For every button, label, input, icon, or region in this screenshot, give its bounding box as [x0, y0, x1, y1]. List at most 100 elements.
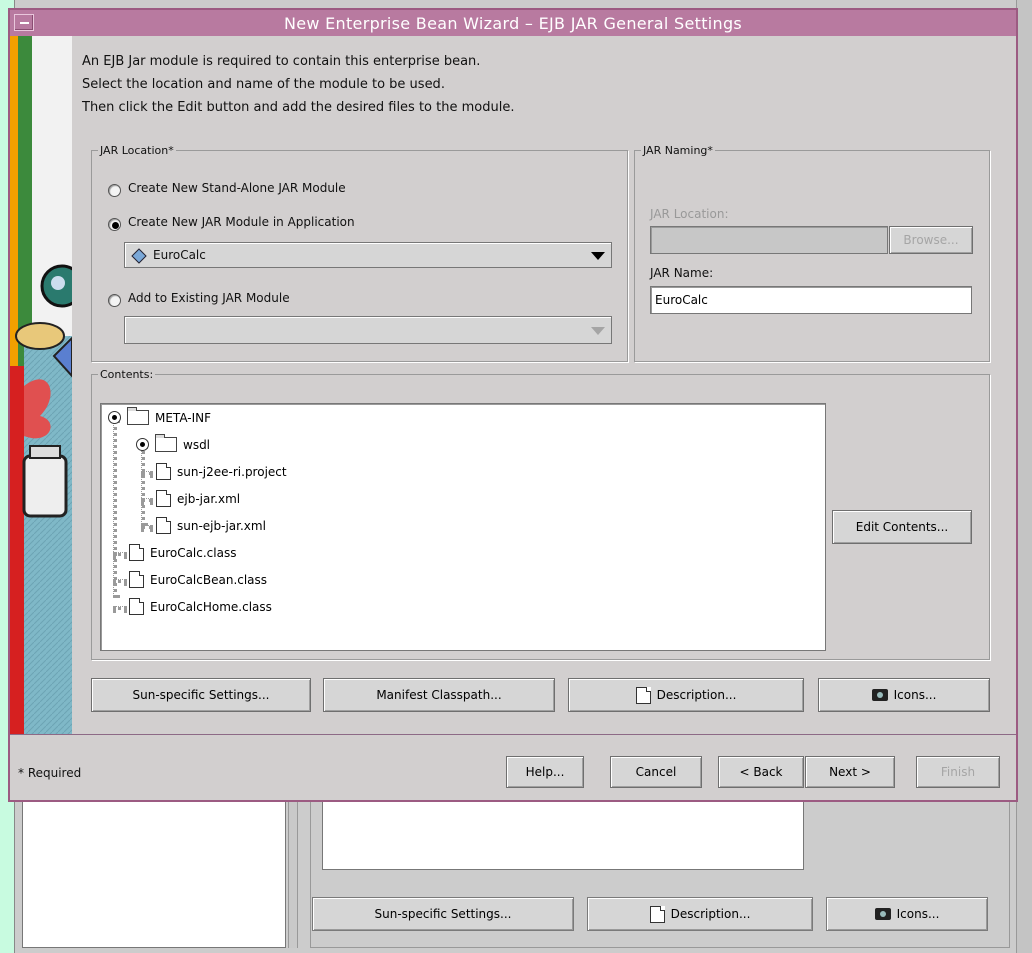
tree-line: [113, 552, 127, 556]
footer-separator: [10, 734, 1016, 735]
background-icons-label: Icons...: [896, 907, 940, 921]
window-menu-button[interactable]: [14, 14, 34, 31]
jar-name-value: EuroCalc: [655, 293, 708, 307]
background-description-area[interactable]: [322, 800, 804, 870]
help-button[interactable]: Help...: [506, 756, 584, 788]
tree-line: [141, 525, 153, 529]
tree-node-label: ejb-jar.xml: [177, 491, 241, 506]
help-label: Help...: [525, 765, 565, 779]
tree-node-label: sun-j2ee-ri.project: [177, 464, 287, 479]
tree-node-meta-inf[interactable]: META-INF: [108, 407, 212, 425]
sun-specific-settings-button[interactable]: Sun-specific Settings...: [91, 678, 311, 712]
icons-button[interactable]: Icons...: [818, 678, 990, 712]
cancel-button[interactable]: Cancel: [610, 756, 702, 788]
tree-node-label: EuroCalc.class: [150, 545, 237, 560]
intro-line-2: Select the location and name of the modu…: [82, 77, 445, 92]
ejb-wizard-dialog: New Enterprise Bean Wizard – EJB JAR Gen…: [8, 8, 1018, 802]
back-label: < Back: [739, 765, 783, 779]
background-description-button[interactable]: Description...: [587, 897, 813, 931]
cancel-label: Cancel: [635, 765, 677, 779]
tree-node-label: wsdl: [183, 437, 211, 452]
tree-node-label: META-INF: [155, 410, 212, 425]
file-icon: [129, 571, 144, 588]
folder-icon: [127, 407, 149, 425]
jar-name-field[interactable]: EuroCalc: [650, 286, 972, 314]
tree-node-label: EuroCalcHome.class: [150, 599, 272, 614]
tree-node-class-3[interactable]: EuroCalcHome.class: [129, 598, 272, 615]
background-description-label: Description...: [670, 907, 751, 921]
next-button[interactable]: Next >: [805, 756, 895, 788]
chevron-down-icon[interactable]: [591, 327, 605, 335]
edit-contents-label: Edit Contents...: [855, 520, 949, 534]
manifest-classpath-button[interactable]: Manifest Classpath...: [323, 678, 555, 712]
file-icon: [129, 598, 144, 615]
folder-icon: [155, 434, 177, 452]
tree-line: [141, 471, 153, 475]
required-note: * Required: [18, 766, 82, 780]
manifest-classpath-label: Manifest Classpath...: [376, 688, 502, 702]
tree-line: [141, 498, 153, 502]
camera-icon: [874, 908, 891, 920]
contents-tree[interactable]: META-INF wsdl sun-j2ee-ri.project ejb-ja…: [100, 403, 826, 651]
tree-line: [113, 420, 117, 598]
back-button[interactable]: < Back: [718, 756, 804, 788]
background-left-list[interactable]: [22, 800, 286, 948]
description-button[interactable]: Description...: [568, 678, 804, 712]
file-icon: [129, 544, 144, 561]
background-right-scrollbar[interactable]: [1016, 0, 1032, 953]
background-splitter[interactable]: [288, 800, 298, 948]
radio-in-application[interactable]: [108, 218, 121, 231]
background-icons-button[interactable]: Icons...: [826, 897, 988, 931]
tree-node-class-2[interactable]: EuroCalcBean.class: [129, 571, 267, 588]
wizard-illustration: [10, 36, 72, 734]
jar-location-legend: JAR Location*: [100, 144, 174, 157]
browse-label: Browse...: [903, 233, 959, 247]
tree-node-wsdl[interactable]: wsdl: [136, 434, 211, 452]
tree-node-label: sun-ejb-jar.xml: [177, 518, 266, 533]
radio-existing[interactable]: [108, 294, 121, 307]
jar-naming-legend: JAR Naming*: [643, 144, 713, 157]
tree-line: [113, 606, 127, 610]
tree-node-label: EuroCalcBean.class: [150, 572, 268, 587]
radio-in-application-label[interactable]: Create New JAR Module in Application: [128, 215, 355, 229]
document-icon: [649, 905, 665, 923]
camera-icon: [871, 689, 888, 701]
tree-node-class-1[interactable]: EuroCalc.class: [129, 544, 236, 561]
dialog-title-bar[interactable]: New Enterprise Bean Wizard – EJB JAR Gen…: [10, 10, 1016, 36]
wizard-side-artwork: [10, 36, 72, 734]
expand-toggle-icon[interactable]: [136, 438, 149, 451]
icons-label: Icons...: [893, 688, 937, 702]
tree-node-ejb-jar[interactable]: ejb-jar.xml: [156, 490, 240, 507]
tree-node-sun-ejb-jar[interactable]: sun-ejb-jar.xml: [156, 517, 266, 534]
background-sun-settings-button[interactable]: Sun-specific Settings...: [312, 897, 574, 931]
jar-location-label: JAR Location:: [650, 207, 729, 221]
radio-existing-label[interactable]: Add to Existing JAR Module: [128, 291, 290, 305]
diamond-icon: [131, 248, 147, 264]
chevron-down-icon[interactable]: [591, 252, 605, 260]
jar-location-field[interactable]: [650, 226, 888, 254]
intro-line-1: An EJB Jar module is required to contain…: [82, 54, 481, 69]
browse-button[interactable]: Browse...: [889, 226, 973, 254]
existing-module-combo[interactable]: [124, 316, 612, 344]
finish-button[interactable]: Finish: [916, 756, 1000, 788]
description-label: Description...: [656, 688, 737, 702]
edit-contents-button[interactable]: Edit Contents...: [832, 510, 972, 544]
intro-line-3: Then click the Edit button and add the d…: [82, 100, 515, 115]
file-icon: [156, 517, 171, 534]
tree-line: [141, 446, 145, 526]
next-label: Next >: [829, 765, 871, 779]
sun-specific-settings-label: Sun-specific Settings...: [132, 688, 270, 702]
dialog-title: New Enterprise Bean Wizard – EJB JAR Gen…: [283, 13, 743, 33]
document-icon: [635, 686, 651, 704]
jar-name-label: JAR Name:: [650, 266, 714, 280]
tree-line: [113, 579, 127, 583]
radio-standalone[interactable]: [108, 184, 121, 197]
radio-standalone-label[interactable]: Create New Stand-Alone JAR Module: [128, 181, 346, 195]
finish-label: Finish: [940, 765, 976, 779]
file-icon: [156, 463, 171, 480]
expand-toggle-icon[interactable]: [108, 411, 121, 424]
application-combo-value: EuroCalc: [153, 248, 206, 262]
tree-node-project[interactable]: sun-j2ee-ri.project: [156, 463, 287, 480]
contents-legend: Contents:: [100, 368, 154, 381]
application-combo[interactable]: EuroCalc: [124, 242, 612, 268]
